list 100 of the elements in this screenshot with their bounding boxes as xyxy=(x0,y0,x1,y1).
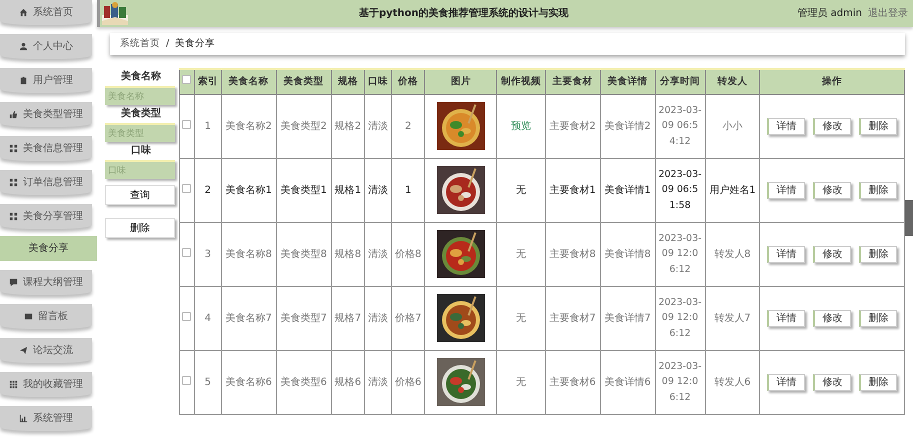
edit-button[interactable]: 修改 xyxy=(813,246,852,262)
table-cell: 规格7 xyxy=(334,312,362,324)
column-header: 口味 xyxy=(364,69,392,94)
delete-button[interactable]: 删除 xyxy=(859,246,898,262)
send-icon xyxy=(19,346,28,355)
column-header: 美食名称 xyxy=(221,69,276,94)
detail-button[interactable]: 详情 xyxy=(767,310,806,326)
table-cell: 美食详情1 xyxy=(604,184,651,196)
chat-icon xyxy=(9,278,18,287)
table-cell: 清淡 xyxy=(368,184,388,196)
user-label: 管理员 admin xyxy=(797,7,862,21)
table-cell: 美食名称8 xyxy=(225,248,272,260)
clipboard-icon xyxy=(19,76,28,85)
breadcrumb-current: 美食分享 xyxy=(175,36,216,51)
table-cell: 美食详情2 xyxy=(604,120,651,132)
edit-button[interactable]: 修改 xyxy=(813,310,852,326)
row-checkbox[interactable] xyxy=(182,184,192,192)
delete-button[interactable]: 删除 xyxy=(105,218,175,238)
table-cell: 3 xyxy=(204,248,212,260)
column-header: 转发人 xyxy=(705,69,760,94)
table-cell: 无 xyxy=(516,248,526,260)
delete-button[interactable]: 删除 xyxy=(859,182,898,198)
column-header: 主要食材 xyxy=(545,69,600,94)
table-cell: 价格6 xyxy=(395,376,422,388)
table-cell: 2 xyxy=(405,120,412,132)
grid-icon xyxy=(9,212,18,221)
scrollbar-thumb[interactable] xyxy=(905,200,913,236)
edit-button[interactable]: 修改 xyxy=(813,374,852,390)
logout-link[interactable]: 退出登录 xyxy=(868,6,908,21)
sidebar-item[interactable]: 我的收藏管理 xyxy=(0,372,92,397)
table-cell: 规格6 xyxy=(334,376,362,388)
detail-button[interactable]: 详情 xyxy=(767,118,806,134)
select-all-checkbox[interactable] xyxy=(182,74,192,84)
detail-button[interactable]: 详情 xyxy=(767,246,806,262)
edit-button[interactable]: 修改 xyxy=(813,118,852,134)
column-header: 规格 xyxy=(331,69,365,94)
table-cell: 2023-03-09 06:51:58 xyxy=(658,169,702,211)
sidebar-item[interactable]: 用户管理 xyxy=(0,68,92,93)
sidebar-item[interactable]: 美食信息管理 xyxy=(0,136,92,161)
table-cell: 主要食材1 xyxy=(549,184,596,196)
grid-icon xyxy=(9,144,18,153)
delete-button[interactable]: 删除 xyxy=(859,118,898,134)
search-button[interactable]: 查询 xyxy=(105,185,175,205)
table-cell: 无 xyxy=(516,376,526,388)
table-cell: 清淡 xyxy=(368,248,388,260)
delete-button[interactable]: 删除 xyxy=(859,374,898,390)
row-checkbox[interactable] xyxy=(182,376,192,384)
table-cell: 清淡 xyxy=(368,376,388,388)
table-cell: 美食名称6 xyxy=(225,376,272,388)
table-cell: 主要食材2 xyxy=(549,120,596,132)
column-header: 操作 xyxy=(760,69,904,94)
sidebar-item[interactable]: 美食分享管理 xyxy=(0,204,92,229)
table-cell: 主要食材8 xyxy=(549,248,596,260)
table-cell: 主要食材6 xyxy=(549,376,596,388)
row-checkbox[interactable] xyxy=(182,248,192,256)
table-cell: 转发人6 xyxy=(714,376,751,388)
sidebar-item[interactable]: 课程大纲管理 xyxy=(0,270,92,295)
chart-icon xyxy=(19,414,28,423)
table-cell: 规格1 xyxy=(334,184,362,196)
row-checkbox[interactable] xyxy=(182,312,192,320)
sidebar-item[interactable]: 系统首页 xyxy=(0,0,92,25)
table-cell: 清淡 xyxy=(368,120,388,132)
sidebar-item[interactable]: 论坛交流 xyxy=(0,338,92,363)
table-cell: 美食名称7 xyxy=(225,312,272,324)
table-cell: 美食类型7 xyxy=(280,312,327,324)
thumbs-up-icon xyxy=(9,110,18,119)
sidebar-item[interactable]: 美食类型管理 xyxy=(0,102,92,127)
grid-icon xyxy=(9,178,18,187)
table-cell: 无 xyxy=(516,184,526,196)
detail-button[interactable]: 详情 xyxy=(767,182,806,198)
sidebar-item[interactable]: 留言板 xyxy=(0,304,92,329)
sidebar-item[interactable]: 系统管理 xyxy=(0,406,92,431)
table-cell: 转发人7 xyxy=(714,312,751,324)
detail-button[interactable]: 详情 xyxy=(767,374,806,390)
image-icon xyxy=(24,312,33,321)
table-cell: 5 xyxy=(204,376,212,388)
sidebar-item[interactable]: 个人中心 xyxy=(0,34,92,59)
table-cell: 价格8 xyxy=(395,248,422,260)
submenu-item[interactable]: 美食分享 xyxy=(0,236,97,261)
table-cell: 无 xyxy=(516,312,526,324)
column-header: 美食类型 xyxy=(276,69,332,94)
breadcrumb-link[interactable]: 系统首页 xyxy=(120,36,160,52)
table-cell: 1 xyxy=(204,120,212,132)
table-cell: 美食类型2 xyxy=(280,120,327,132)
column-header: 制作视频 xyxy=(496,69,546,94)
table-cell: 美食类型8 xyxy=(280,248,327,260)
field-label: 美食名称 xyxy=(120,70,162,84)
column-header: 图片 xyxy=(424,69,497,94)
table-cell: 美食类型6 xyxy=(280,376,327,388)
edit-button[interactable]: 修改 xyxy=(813,182,852,198)
column-header: 分享时间 xyxy=(655,69,706,94)
delete-button[interactable]: 删除 xyxy=(859,310,898,326)
sidebar-item[interactable]: 订单信息管理 xyxy=(0,170,92,195)
home-icon xyxy=(19,8,28,17)
table-cell: 1 xyxy=(405,184,412,196)
table-cell: 美食名称1 xyxy=(225,184,272,196)
table-cell: 主要食材7 xyxy=(549,312,596,324)
row-checkbox[interactable] xyxy=(182,120,192,128)
table-cell: 美食详情6 xyxy=(604,376,651,388)
video-preview-link[interactable]: 预览 xyxy=(511,120,532,132)
